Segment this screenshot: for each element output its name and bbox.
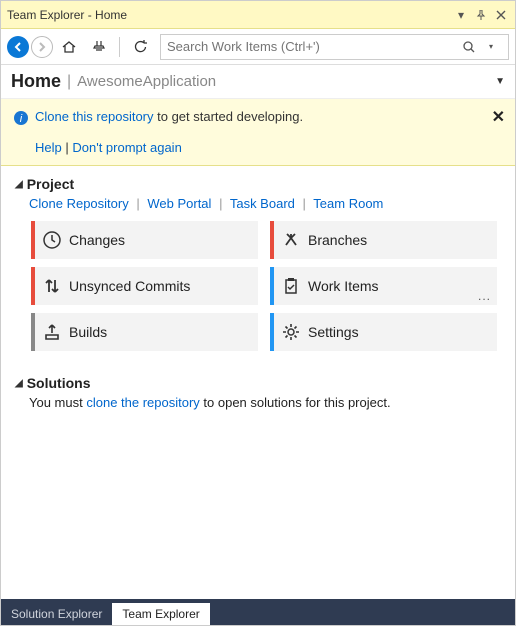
banner-close-button[interactable]: ✕ [492,107,505,127]
banner-text: Clone this repository to get started dev… [35,109,303,124]
caret-down-icon: ◢ [15,378,23,389]
help-link[interactable]: Help [35,140,62,155]
close-icon[interactable] [493,7,509,23]
info-icon: i [13,110,29,126]
gear-icon [274,322,308,342]
tab-bar: Solution Explorer Team Explorer [1,599,515,625]
solutions-header-label: Solutions [27,375,91,391]
breadcrumb-separator: | [67,73,71,91]
project-header-label: Project [27,176,74,192]
clone-repo-inline-link[interactable]: clone the repository [86,395,199,410]
web-portal-link[interactable]: Web Portal [147,196,211,211]
window-dropdown-icon[interactable]: ▾ [453,7,469,23]
info-banner: ✕ i Clone this repository to get started… [1,99,515,166]
content-area: ◢ Project Clone Repository | Web Portal … [1,166,515,599]
clipboard-icon [274,276,308,296]
team-room-link[interactable]: Team Room [313,196,383,211]
changes-label: Changes [69,232,125,248]
breadcrumb-home[interactable]: Home [11,71,61,92]
workitems-more[interactable]: ... [478,289,491,303]
workitems-label: Work Items [308,278,379,294]
banner-actions: Help | Don't prompt again [35,140,503,155]
unsynced-tile[interactable]: Unsynced Commits [31,267,258,305]
settings-label: Settings [308,324,359,340]
search-input[interactable] [167,39,458,54]
solutions-suffix: to open solutions for this project. [200,395,391,410]
builds-tile[interactable]: Builds [31,313,258,351]
tab-team-explorer[interactable]: Team Explorer [112,603,209,625]
breadcrumb-dropdown-icon[interactable]: ▼ [495,76,505,87]
clone-repo-link[interactable]: Clone this repository [35,109,154,124]
toolbar-separator [119,37,120,57]
task-board-link[interactable]: Task Board [230,196,295,211]
project-links: Clone Repository | Web Portal | Task Boa… [29,196,501,211]
dont-prompt-link[interactable]: Don't prompt again [72,140,181,155]
breadcrumb: Home | AwesomeApplication ▼ [1,65,515,99]
solutions-section: ◢ Solutions You must clone the repositor… [15,375,501,410]
sync-icon [35,276,69,296]
tile-grid: Changes Branches Unsynced Commits [31,221,497,351]
unsynced-label: Unsynced Commits [69,278,190,294]
refresh-button[interactable] [126,33,154,61]
team-explorer-window: Team Explorer - Home ▾ [0,0,516,626]
clock-icon [35,230,69,250]
home-button[interactable] [55,33,83,61]
connect-button[interactable] [85,33,113,61]
builds-label: Builds [69,324,107,340]
toolbar: ▾ [1,29,515,65]
search-dropdown-icon[interactable]: ▾ [480,42,502,51]
banner-suffix: to get started developing. [154,109,304,124]
window-title: Team Explorer - Home [7,8,127,22]
breadcrumb-app[interactable]: AwesomeApplication [77,73,216,90]
solutions-section-header[interactable]: ◢ Solutions [15,375,501,391]
builds-icon [35,322,69,342]
workitems-tile[interactable]: Work Items ... [270,267,497,305]
back-button[interactable] [7,36,29,58]
solutions-body: You must clone the repository to open so… [29,395,501,410]
titlebar: Team Explorer - Home ▾ [1,1,515,29]
search-icon[interactable] [458,40,480,54]
clone-repository-link[interactable]: Clone Repository [29,196,129,211]
project-section-header[interactable]: ◢ Project [15,176,501,192]
search-box[interactable]: ▾ [160,34,509,60]
settings-tile[interactable]: Settings [270,313,497,351]
solutions-prefix: You must [29,395,86,410]
forward-button [31,36,53,58]
caret-down-icon: ◢ [15,179,23,190]
branches-label: Branches [308,232,367,248]
tab-solution-explorer[interactable]: Solution Explorer [1,603,112,625]
pin-icon[interactable] [473,7,489,23]
banner-pipe: | [62,140,73,155]
changes-tile[interactable]: Changes [31,221,258,259]
branches-icon [274,230,308,250]
branches-tile[interactable]: Branches [270,221,497,259]
